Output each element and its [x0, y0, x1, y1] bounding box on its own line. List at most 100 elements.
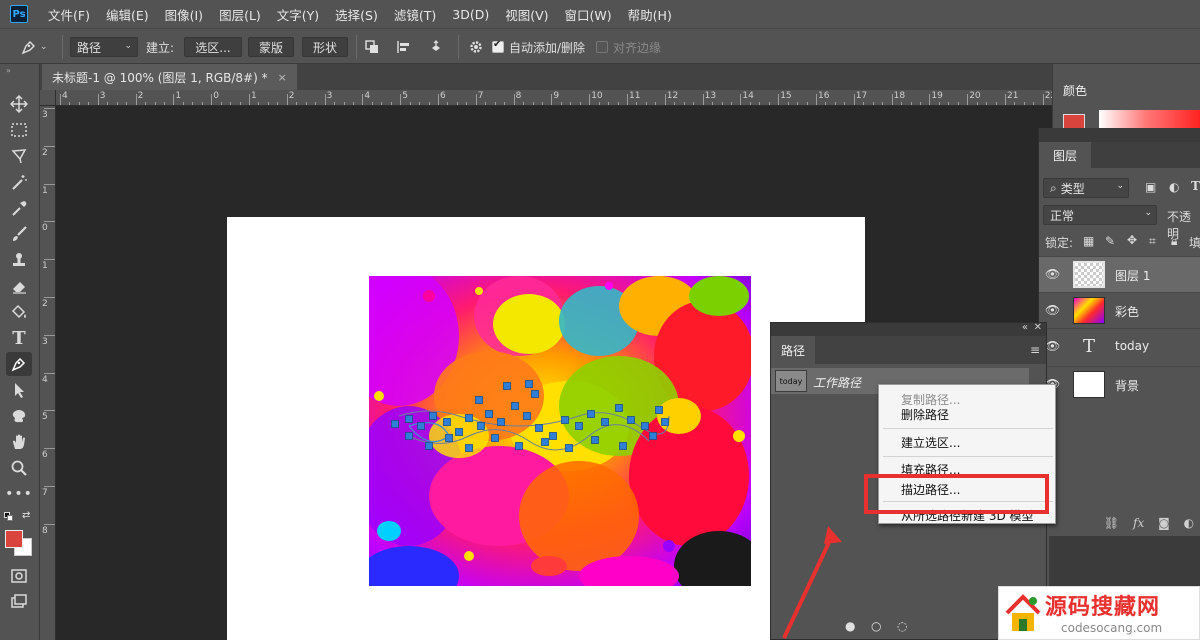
- document-tab[interactable]: 未标题-1 @ 100% (图层 1, RGB/8#) * ×: [42, 64, 297, 90]
- adjustment-filter-icon[interactable]: ◐: [1169, 180, 1179, 194]
- path-anchor-point[interactable]: [627, 416, 635, 424]
- path-anchor-point[interactable]: [503, 382, 511, 390]
- default-colors-icon[interactable]: [4, 512, 14, 522]
- path-anchor-point[interactable]: [477, 422, 485, 430]
- horizontal-ruler[interactable]: 4321012345678910111213141516171819202122: [56, 90, 1052, 106]
- layer-row[interactable]: 👁︎ 图层 1: [1039, 256, 1200, 292]
- path-anchor-point[interactable]: [515, 442, 523, 450]
- path-anchor-point[interactable]: [565, 444, 573, 452]
- image-filter-icon[interactable]: ▣: [1145, 180, 1156, 194]
- load-selection-icon[interactable]: ◌: [897, 619, 907, 633]
- gear-icon[interactable]: [468, 37, 486, 57]
- menu-help[interactable]: 帮助(H): [628, 5, 672, 24]
- menu-file[interactable]: 文件(F): [48, 5, 90, 24]
- path-anchor-point[interactable]: [425, 442, 433, 450]
- path-anchor-point[interactable]: [661, 418, 669, 426]
- path-selection-tool-icon[interactable]: [6, 378, 32, 402]
- path-anchor-point[interactable]: [549, 432, 557, 440]
- path-anchor-point[interactable]: [465, 414, 473, 422]
- blend-mode-select[interactable]: 正常 ⌄: [1043, 205, 1157, 225]
- eye-icon[interactable]: 👁︎: [1045, 303, 1060, 317]
- path-anchor-point[interactable]: [541, 438, 549, 446]
- menu-edit[interactable]: 编辑(E): [106, 5, 149, 24]
- fx-icon[interactable]: fx: [1133, 516, 1144, 530]
- layers-tab[interactable]: 图层: [1039, 142, 1091, 168]
- paths-tab[interactable]: 路径: [771, 336, 815, 364]
- path-anchor-point[interactable]: [491, 434, 499, 442]
- path-anchor-point[interactable]: [429, 412, 437, 420]
- lock-position-icon[interactable]: ✥: [1127, 233, 1137, 247]
- link-icon[interactable]: ⛓︎: [1104, 516, 1119, 530]
- close-icon[interactable]: ×: [278, 71, 287, 84]
- marquee-tool-icon[interactable]: [6, 118, 32, 142]
- tool-preset-picker[interactable]: ⌄: [20, 37, 54, 57]
- menu-item-delete-path[interactable]: 删除路径: [901, 406, 949, 423]
- layer-row[interactable]: 👁︎ 彩色: [1039, 292, 1200, 328]
- lock-transparent-icon[interactable]: ▦: [1083, 234, 1094, 248]
- path-anchor-point[interactable]: [615, 404, 623, 412]
- zoom-tool-icon[interactable]: [6, 456, 32, 480]
- screen-mode-icon[interactable]: [6, 590, 32, 614]
- eye-icon[interactable]: 👁︎: [1045, 339, 1060, 353]
- menu-window[interactable]: 窗口(W): [565, 5, 612, 24]
- stamp-tool-icon[interactable]: [6, 248, 32, 272]
- menu-image[interactable]: 图像(I): [165, 5, 203, 24]
- path-anchor-point[interactable]: [417, 422, 425, 430]
- collapse-icon[interactable]: »: [6, 66, 11, 75]
- menu-view[interactable]: 视图(V): [505, 5, 548, 24]
- path-anchor-point[interactable]: [601, 418, 609, 426]
- magic-wand-tool-icon[interactable]: [6, 170, 32, 194]
- menu-type[interactable]: 文字(Y): [277, 5, 319, 24]
- swap-colors-icon[interactable]: ⇄: [22, 510, 30, 521]
- foreground-color-swatch[interactable]: [5, 530, 23, 548]
- make-mask-button[interactable]: 蒙版: [248, 37, 294, 57]
- panel-menu-icon[interactable]: ≡: [1030, 343, 1040, 357]
- lock-pixels-icon[interactable]: ✎: [1105, 234, 1115, 248]
- path-anchor-point[interactable]: [535, 424, 543, 432]
- path-anchor-point[interactable]: [391, 420, 399, 428]
- hand-tool-icon[interactable]: [6, 430, 32, 454]
- lasso-tool-icon[interactable]: [6, 144, 32, 168]
- path-operations-icon[interactable]: [364, 37, 382, 57]
- make-selection-button[interactable]: 选区...: [184, 37, 242, 57]
- auto-add-delete-checkbox[interactable]: [492, 39, 504, 53]
- custom-shape-tool-icon[interactable]: [6, 404, 32, 428]
- lock-all-icon[interactable]: 🔒︎: [1171, 234, 1177, 249]
- path-anchor-point[interactable]: [649, 432, 657, 440]
- layer-filter-select[interactable]: ⌕ 类型 ⌄: [1043, 178, 1129, 198]
- path-anchor-point[interactable]: [591, 436, 599, 444]
- path-anchor-point[interactable]: [587, 410, 595, 418]
- menu-item-make-selection[interactable]: 建立选区...: [901, 434, 960, 451]
- path-anchor-point[interactable]: [405, 432, 413, 440]
- pen-mode-select[interactable]: 路径 ⌄: [70, 37, 138, 57]
- lock-artboard-icon[interactable]: ⌗: [1149, 234, 1156, 249]
- eye-icon[interactable]: 👁︎: [1045, 267, 1060, 281]
- close-icon[interactable]: ✕: [1034, 322, 1042, 333]
- add-mask-icon[interactable]: ◙: [1158, 516, 1170, 530]
- path-anchor-point[interactable]: [561, 416, 569, 424]
- path-anchor-point[interactable]: [485, 410, 493, 418]
- path-anchor-point[interactable]: [619, 442, 627, 450]
- eyedropper-tool-icon[interactable]: [6, 196, 32, 220]
- paint-bucket-tool-icon[interactable]: [6, 300, 32, 324]
- path-anchor-point[interactable]: [575, 422, 583, 430]
- path-anchor-point[interactable]: [475, 396, 483, 404]
- vertical-ruler[interactable]: 3 2 1 0 1 2 3 4 5 6 7 8: [40, 106, 56, 640]
- move-tool-icon[interactable]: [6, 92, 32, 116]
- path-anchor-point[interactable]: [641, 422, 649, 430]
- adjustment-layer-icon[interactable]: ◐: [1184, 516, 1194, 530]
- type-filter-icon[interactable]: T: [1191, 179, 1200, 193]
- path-arrangement-icon[interactable]: [428, 37, 446, 57]
- path-anchor-point[interactable]: [465, 444, 473, 452]
- more-tools-icon[interactable]: •••: [5, 482, 32, 506]
- ruler-origin[interactable]: [40, 90, 56, 106]
- pen-tool-icon[interactable]: [6, 352, 32, 376]
- auto-add-delete-toggle[interactable]: 自动添加/删除: [492, 37, 585, 57]
- layer-row[interactable]: 👁︎ 背景: [1039, 366, 1200, 402]
- path-anchor-point[interactable]: [405, 415, 413, 423]
- path-anchor-point[interactable]: [443, 418, 451, 426]
- path-anchor-point[interactable]: [497, 418, 505, 426]
- brush-tool-icon[interactable]: [6, 222, 32, 246]
- quick-mask-icon[interactable]: [6, 564, 32, 588]
- layer-row[interactable]: 👁︎ T today: [1039, 328, 1200, 364]
